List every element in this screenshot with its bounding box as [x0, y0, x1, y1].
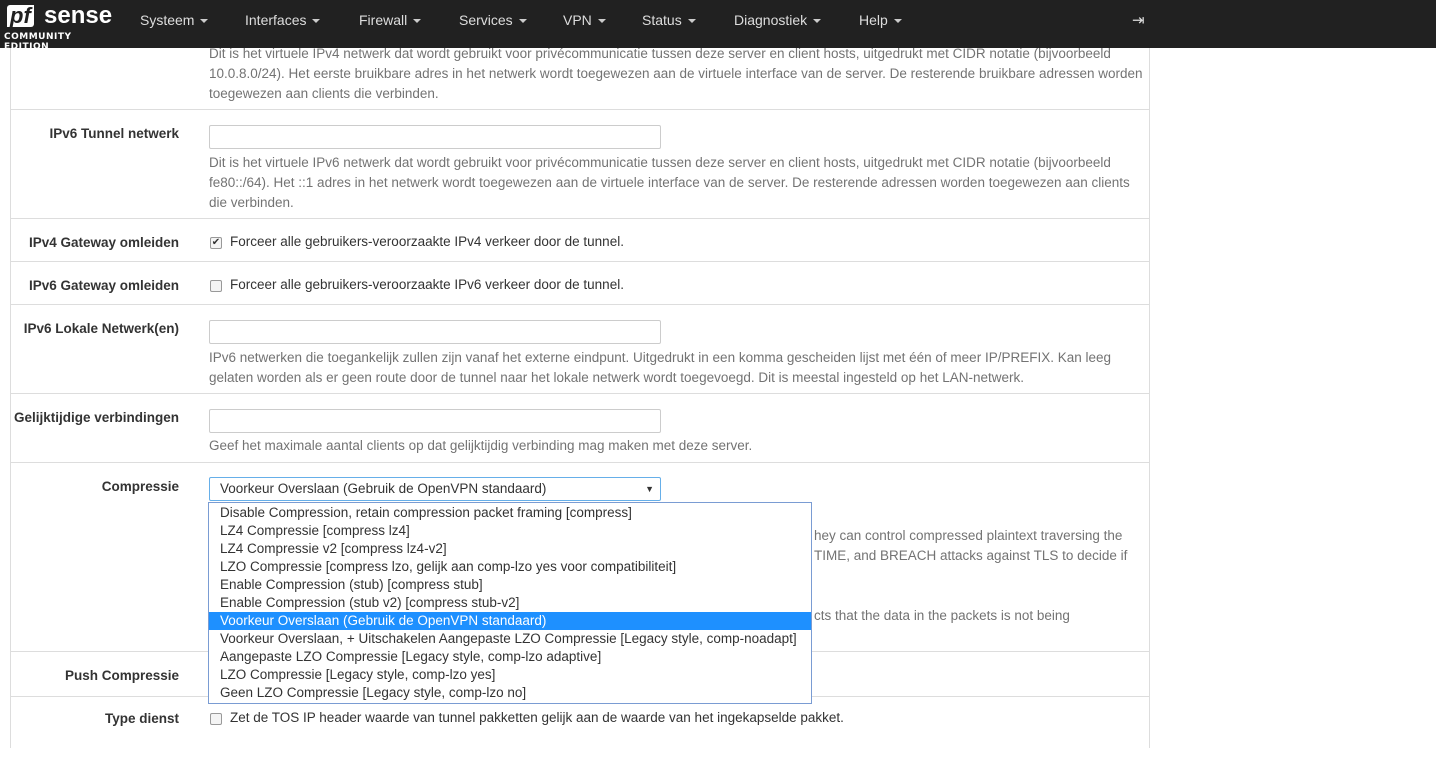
- row-ipv6-local: IPv6 Lokale Netwerk(en) IPv6 netwerken d…: [11, 305, 1149, 394]
- compression-option[interactable]: Enable Compression (stub) [compress stub…: [209, 576, 811, 594]
- compression-option[interactable]: LZO Compressie [Legacy style, comp-lzo y…: [209, 666, 811, 684]
- row-ipv6-gateway: IPv6 Gateway omleiden Forceer alle gebru…: [11, 262, 1149, 305]
- compression-dropdown-list: Disable Compression, retain compression …: [208, 502, 812, 704]
- menu-status[interactable]: Status: [642, 0, 696, 48]
- caret-down-icon: ▼: [645, 484, 654, 494]
- pfsense-logo[interactable]: pf sense COMMUNITY EDITION: [4, 3, 112, 53]
- ipv6-gateway-text: Forceer alle gebruikers-veroorzaakte IPv…: [230, 277, 624, 292]
- tos-label: Type dienst: [104, 711, 179, 726]
- compression-option[interactable]: Voorkeur Overslaan, + Uitschakelen Aange…: [209, 630, 811, 648]
- tos-checkbox[interactable]: [210, 713, 222, 725]
- menu-services[interactable]: Services: [459, 0, 527, 48]
- menu-diagnostiek[interactable]: Diagnostiek: [734, 0, 821, 48]
- row-concurrent: Gelijktijdige verbindingen Geef het maxi…: [11, 394, 1149, 463]
- top-navbar: pf sense COMMUNITY EDITION Systeem Interf…: [0, 0, 1436, 53]
- ipv4-gateway-checkbox[interactable]: ✔: [210, 237, 222, 249]
- compression-select[interactable]: Voorkeur Overslaan (Gebruik de OpenVPN s…: [209, 477, 661, 501]
- row-ipv6-tunnel: IPv6 Tunnel netwerk Dit is het virtuele …: [11, 110, 1149, 219]
- compression-selected-value: Voorkeur Overslaan (Gebruik de OpenVPN s…: [220, 481, 547, 496]
- row-ipv4-gateway: IPv4 Gateway omleiden ✔ Forceer alle geb…: [11, 219, 1149, 262]
- compression-help-line: hey can control compressed plaintext tra…: [814, 528, 1123, 543]
- ipv6-gateway-checkbox[interactable]: [210, 280, 222, 292]
- compression-label: Compressie: [101, 479, 179, 494]
- compression-option[interactable]: Enable Compression (stub v2) [compress s…: [209, 594, 811, 612]
- compression-option[interactable]: LZO Compressie [compress lzo, gelijk aan…: [209, 558, 811, 576]
- tos-text: Zet de TOS IP header waarde van tunnel p…: [230, 710, 844, 725]
- row-type-of-service: Type dienst Zet de TOS IP header waarde …: [11, 697, 1149, 757]
- ipv6-tunnel-input[interactable]: [209, 125, 661, 149]
- menu-interfaces[interactable]: Interfaces: [245, 0, 320, 48]
- push-compression-label: Push Compressie: [64, 668, 179, 683]
- compression-option[interactable]: LZ4 Compressie v2 [compress lz4-v2]: [209, 540, 811, 558]
- ipv6-tunnel-help: Dit is het virtuele IPv6 netwerk dat wor…: [209, 155, 1130, 210]
- menu-systeem[interactable]: Systeem: [140, 0, 208, 48]
- row-ipv4-tunnel: Dit is het virtuele IPv4 netwerk dat wor…: [11, 46, 1149, 110]
- compression-option[interactable]: LZ4 Compressie [compress lz4]: [209, 522, 811, 540]
- compression-option[interactable]: Disable Compression, retain compression …: [209, 504, 811, 522]
- ipv6-gateway-label: IPv6 Gateway omleiden: [28, 278, 179, 293]
- menu-vpn[interactable]: VPN: [563, 0, 606, 48]
- compression-option[interactable]: Aangepaste LZO Compressie [Legacy style,…: [209, 648, 811, 666]
- menu-firewall[interactable]: Firewall: [359, 0, 421, 48]
- ipv6-tunnel-label: IPv6 Tunnel netwerk: [49, 126, 179, 141]
- menu-help[interactable]: Help: [859, 0, 902, 48]
- logout-icon[interactable]: ⇥: [1132, 11, 1145, 29]
- compression-help-line: cts that the data in the packets is not …: [814, 608, 1070, 623]
- concurrent-help: Geef het maximale aantal clients op dat …: [209, 438, 753, 453]
- ipv4-tunnel-help: Dit is het virtuele IPv4 netwerk dat wor…: [209, 46, 1143, 101]
- ipv6-local-input[interactable]: [209, 320, 661, 344]
- compression-option-selected[interactable]: Voorkeur Overslaan (Gebruik de OpenVPN s…: [209, 612, 811, 630]
- ipv6-local-label: IPv6 Lokale Netwerk(en): [23, 321, 179, 336]
- ipv6-local-help: IPv6 netwerken die toegankelijk zullen z…: [209, 350, 1112, 385]
- compression-help-line: TIME, and BREACH attacks against TLS to …: [814, 548, 1128, 563]
- ipv4-gateway-text: Forceer alle gebruikers-veroorzaakte IPv…: [230, 234, 624, 249]
- ipv4-gateway-label: IPv4 Gateway omleiden: [28, 235, 179, 250]
- compression-option[interactable]: Geen LZO Compressie [Legacy style, comp-…: [209, 684, 811, 702]
- concurrent-label: Gelijktijdige verbindingen: [13, 410, 179, 425]
- concurrent-input[interactable]: [209, 409, 661, 433]
